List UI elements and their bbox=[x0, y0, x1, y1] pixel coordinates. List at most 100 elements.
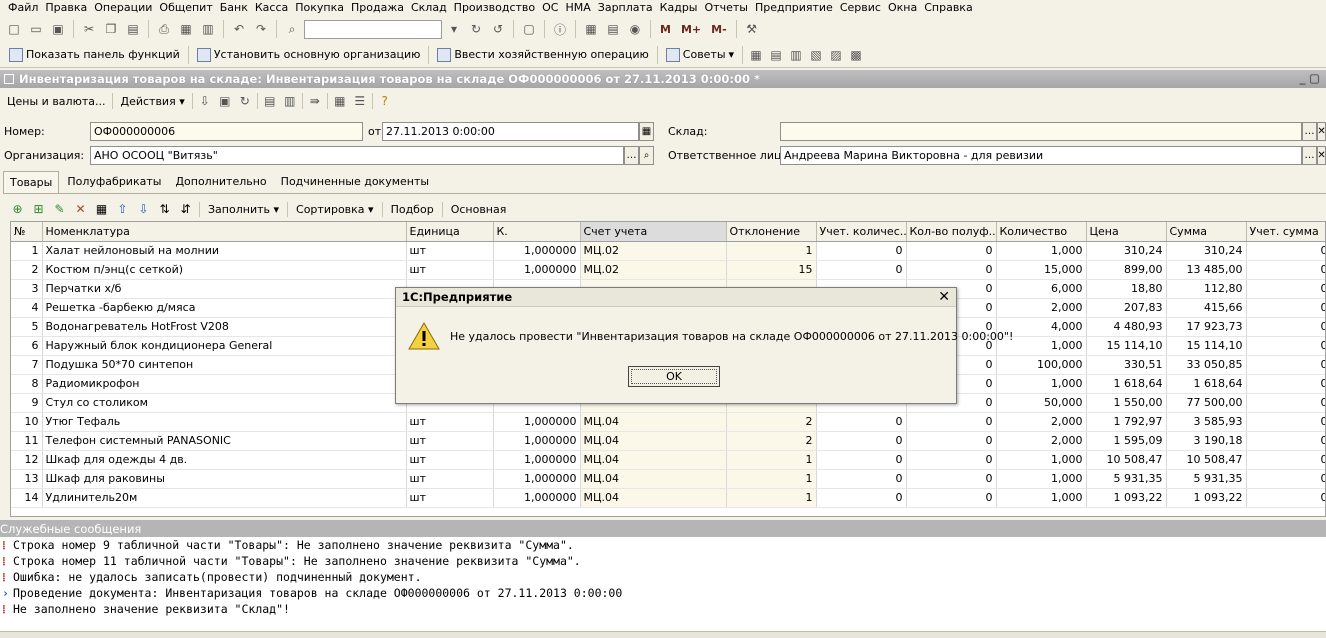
date-field[interactable]: 27.11.2013 0:00:00 bbox=[382, 122, 639, 141]
menu-production[interactable]: Производство bbox=[454, 1, 535, 14]
column-header[interactable]: Цена bbox=[1086, 222, 1167, 242]
menu-reports[interactable]: Отчеты bbox=[705, 1, 748, 14]
move-down-icon[interactable]: ⇩ bbox=[134, 200, 153, 219]
table-cell[interactable]: 1,000 bbox=[996, 241, 1087, 261]
table-cell[interactable]: 0 bbox=[1246, 412, 1325, 432]
menu-cash[interactable]: Касса bbox=[255, 1, 288, 14]
menu-os[interactable]: ОС bbox=[542, 1, 558, 14]
tips-button[interactable]: Советы ▾ bbox=[661, 47, 739, 62]
table-cell[interactable]: 1 093,22 bbox=[1166, 488, 1247, 508]
ok-button[interactable]: OK bbox=[628, 366, 720, 387]
window-controls[interactable]: _ ▢ bbox=[1300, 71, 1320, 85]
menu-warehouse[interactable]: Склад bbox=[411, 1, 447, 14]
table-cell[interactable]: Решетка -барбекю д/мяса bbox=[42, 298, 407, 318]
table-cell[interactable]: Радиомикрофон bbox=[42, 374, 407, 394]
column-header[interactable]: Сумма bbox=[1166, 222, 1247, 242]
print-preview-icon[interactable]: ▦ bbox=[176, 19, 196, 39]
menu-purchase[interactable]: Покупка bbox=[295, 1, 344, 14]
table-row[interactable]: 11 Телефон системный PANASONIC шт 1,000000 М… bbox=[11, 431, 1325, 451]
table-cell[interactable]: 0 bbox=[816, 469, 907, 489]
table-cell[interactable]: 330,51 bbox=[1086, 355, 1167, 375]
table-cell[interactable]: шт bbox=[406, 431, 494, 451]
table-cell[interactable]: 1,000000 bbox=[493, 431, 581, 451]
movements-icon[interactable]: ▣ bbox=[215, 91, 235, 111]
column-header[interactable]: Кол-во полуф... bbox=[906, 222, 997, 242]
table-cell[interactable]: 1 bbox=[11, 241, 43, 261]
list-icon[interactable]: ☰ bbox=[350, 91, 370, 111]
menu-service[interactable]: Сервис bbox=[840, 1, 881, 14]
table-cell[interactable]: 0 bbox=[1246, 488, 1325, 508]
column-header[interactable]: Единица bbox=[406, 222, 494, 242]
column-header[interactable]: Отклонение bbox=[726, 222, 817, 242]
warehouse-select-button[interactable]: … bbox=[1302, 122, 1317, 141]
table-cell[interactable]: шт bbox=[406, 412, 494, 432]
table-cell[interactable]: 0 bbox=[1246, 317, 1325, 337]
menu-enterprise[interactable]: Предприятие bbox=[755, 1, 833, 14]
table-cell[interactable]: 1,000000 bbox=[493, 412, 581, 432]
table-cell[interactable]: 1,000000 bbox=[493, 469, 581, 489]
menu-bank[interactable]: Банк bbox=[220, 1, 248, 14]
table-cell[interactable]: 0 bbox=[1246, 431, 1325, 451]
cut-icon[interactable]: ✂ bbox=[79, 19, 99, 39]
table-cell[interactable]: 1 bbox=[726, 469, 817, 489]
table-cell[interactable]: Шкаф для одежды 4 дв. bbox=[42, 450, 407, 470]
delete-row-icon[interactable]: ✕ bbox=[71, 200, 90, 219]
analysis-icon[interactable]: ▧ bbox=[806, 45, 826, 65]
help-icon[interactable]: ? bbox=[375, 91, 395, 111]
table-cell[interactable]: 0 bbox=[1246, 336, 1325, 356]
table-cell[interactable]: МЦ.04 bbox=[580, 431, 727, 451]
table-cell[interactable]: 2 bbox=[726, 412, 817, 432]
table-cell[interactable]: 0 bbox=[816, 431, 907, 451]
menu-windows[interactable]: Окна bbox=[888, 1, 917, 14]
copy-icon[interactable]: ❐ bbox=[101, 19, 121, 39]
table-cell[interactable]: 0 bbox=[906, 412, 997, 432]
table-cell[interactable]: 0 bbox=[1246, 469, 1325, 489]
properties-icon[interactable]: ▥ bbox=[198, 19, 218, 39]
table-row[interactable]: 1 Халат нейлоновый на молнии шт 1,000000 МЦ.… bbox=[11, 241, 1325, 261]
table-cell[interactable]: МЦ.04 bbox=[580, 450, 727, 470]
table-cell[interactable]: 8 bbox=[11, 374, 43, 394]
memory-m-button[interactable]: M bbox=[660, 23, 671, 36]
table-cell[interactable]: 2 bbox=[726, 431, 817, 451]
table-cell[interactable]: Костюм п/энц(с сеткой) bbox=[42, 260, 407, 280]
table-cell[interactable]: 0 bbox=[906, 260, 997, 280]
actions-menu-button[interactable]: Действия ▾ bbox=[115, 95, 189, 108]
menu-catering[interactable]: Общепит bbox=[159, 1, 212, 14]
find-next-icon[interactable]: ↻ bbox=[466, 19, 486, 39]
tab-goods[interactable]: Товары bbox=[3, 171, 60, 193]
table-cell[interactable]: 0 bbox=[906, 431, 997, 451]
table-cell[interactable]: 15 114,10 bbox=[1166, 336, 1247, 356]
prices-currency-button[interactable]: Цены и валюта... bbox=[2, 95, 110, 108]
table-row[interactable]: 14 Удлинитель20м шт 1,000000 МЦ.04 1 0 0 1,000 1 … bbox=[11, 488, 1325, 508]
table-cell[interactable]: Телефон системный PANASONIC bbox=[42, 431, 407, 451]
sort-asc-icon[interactable]: ⇅ bbox=[155, 200, 174, 219]
sort-desc-icon[interactable]: ⇵ bbox=[176, 200, 195, 219]
table-cell[interactable]: шт bbox=[406, 488, 494, 508]
table-cell[interactable]: 0 bbox=[816, 241, 907, 261]
table-cell[interactable]: 1,000 bbox=[996, 374, 1087, 394]
column-header[interactable]: Номенклатура bbox=[42, 222, 407, 242]
close-icon[interactable]: ✕ bbox=[938, 289, 950, 305]
redo-icon[interactable]: ↷ bbox=[251, 19, 271, 39]
table-cell[interactable]: 899,00 bbox=[1086, 260, 1167, 280]
table-cell[interactable]: 1 550,00 bbox=[1086, 393, 1167, 413]
table-cell[interactable]: 1 618,64 bbox=[1166, 374, 1247, 394]
table-cell[interactable]: 1 618,64 bbox=[1086, 374, 1167, 394]
open-folder-icon[interactable]: ▭ bbox=[26, 19, 46, 39]
table-cell[interactable]: 207,83 bbox=[1086, 298, 1167, 318]
table-cell[interactable]: 10 508,47 bbox=[1166, 450, 1247, 470]
print-form-icon[interactable]: ▦ bbox=[330, 91, 350, 111]
table-cell[interactable]: 0 bbox=[1246, 260, 1325, 280]
undo-icon[interactable]: ↶ bbox=[229, 19, 249, 39]
table-cell[interactable]: 3 585,93 bbox=[1166, 412, 1247, 432]
table-cell[interactable]: 1,000000 bbox=[493, 241, 581, 261]
tools-icon[interactable]: ⚒ bbox=[742, 19, 762, 39]
table-cell[interactable]: 0 bbox=[1246, 298, 1325, 318]
menu-edit[interactable]: Правка bbox=[45, 1, 87, 14]
table-cell[interactable]: 11 bbox=[11, 431, 43, 451]
table-cell[interactable]: 1,000000 bbox=[493, 488, 581, 508]
select-button[interactable]: Подбор bbox=[387, 203, 438, 216]
table-cell[interactable]: 0 bbox=[1246, 241, 1325, 261]
go-to-icon[interactable]: ⇛ bbox=[305, 91, 325, 111]
responsible-clear-button[interactable]: ✕ bbox=[1317, 146, 1326, 165]
